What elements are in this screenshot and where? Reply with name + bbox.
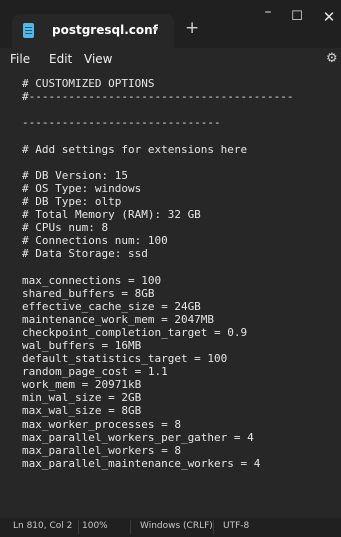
notepad-icon [23, 23, 34, 38]
menu-view[interactable]: View [84, 52, 112, 66]
close-button[interactable]: ✕ [319, 8, 339, 26]
line-ending: Windows (CRLF) [140, 521, 213, 531]
menu-file[interactable]: File [10, 52, 30, 66]
status-bar: Ln 810, Col 2 100% Windows (CRLF) UTF-8 [0, 518, 341, 537]
code-line[interactable]: # DB Version: 15 [22, 169, 128, 182]
code-line[interactable]: effective_cache_size = 24GB [22, 300, 201, 313]
text-editor[interactable]: --------------------------- # CUSTOMIZED… [0, 72, 341, 518]
minimize-button[interactable]: – [258, 4, 278, 20]
code-line[interactable]: #---------------------------------------… [22, 90, 294, 103]
code-line[interactable]: # Data Storage: ssd [22, 247, 148, 260]
code-line[interactable]: # CUSTOMIZED OPTIONS [22, 77, 154, 90]
code-line[interactable]: max_parallel_workers = 8 [22, 444, 181, 457]
code-line[interactable]: work_mem = 20971kB [22, 378, 141, 391]
code-line[interactable]: # DB Type: oltp [22, 195, 121, 208]
code-line[interactable]: # Total Memory (RAM): 32 GB [22, 208, 201, 221]
status-divider [130, 520, 131, 534]
code-line[interactable]: # Connections num: 100 [22, 234, 168, 247]
menu-bar: File Edit View ⚙ [0, 48, 341, 72]
code-line[interactable]: wal_buffers = 16MB [22, 339, 141, 352]
code-line[interactable]: max_parallel_maintenance_workers = 4 [22, 457, 260, 470]
code-line[interactable]: max_worker_processes = 8 [22, 418, 181, 431]
unsaved-indicator[interactable]: • [152, 23, 159, 37]
code-line[interactable]: ------------------------------ [22, 116, 221, 129]
tab-title: postgresql.conf [52, 23, 158, 37]
notepad-window: postgresql.conf • + – ☐ ✕ File Edit View… [0, 0, 341, 537]
status-divider [78, 520, 79, 534]
code-line[interactable]: max_parallel_workers_per_gather = 4 [22, 431, 254, 444]
code-line[interactable]: max_wal_size = 8GB [22, 404, 141, 417]
code-line[interactable]: min_wal_size = 2GB [22, 391, 141, 404]
menu-edit[interactable]: Edit [49, 52, 72, 66]
status-divider [213, 520, 214, 534]
encoding: UTF-8 [223, 521, 250, 531]
new-tab-button[interactable]: + [185, 20, 199, 37]
code-line[interactable]: # CPUs num: 8 [22, 221, 108, 234]
cursor-position: Ln 810, Col 2 [13, 521, 73, 531]
zoom-level: 100% [82, 521, 108, 531]
title-bar: postgresql.conf • + – ☐ ✕ [0, 0, 341, 48]
code-line[interactable]: random_page_cost = 1.1 [22, 365, 168, 378]
code-line[interactable]: max_connections = 100 [22, 274, 161, 287]
maximize-button[interactable]: ☐ [287, 9, 307, 24]
code-line[interactable]: shared_buffers = 8GB [22, 287, 154, 300]
editor-content[interactable]: --------------------------- # CUSTOMIZED… [22, 72, 294, 470]
code-line[interactable]: maintenance_work_mem = 2047MB [22, 313, 214, 326]
code-line[interactable]: # Add settings for extensions here [22, 143, 247, 156]
code-line[interactable]: default_statistics_target = 100 [22, 352, 227, 365]
code-line[interactable]: # OS Type: windows [22, 182, 141, 195]
gear-icon[interactable]: ⚙ [326, 51, 338, 66]
file-tab[interactable]: postgresql.conf • [12, 14, 174, 48]
code-line[interactable]: checkpoint_completion_target = 0.9 [22, 326, 247, 339]
